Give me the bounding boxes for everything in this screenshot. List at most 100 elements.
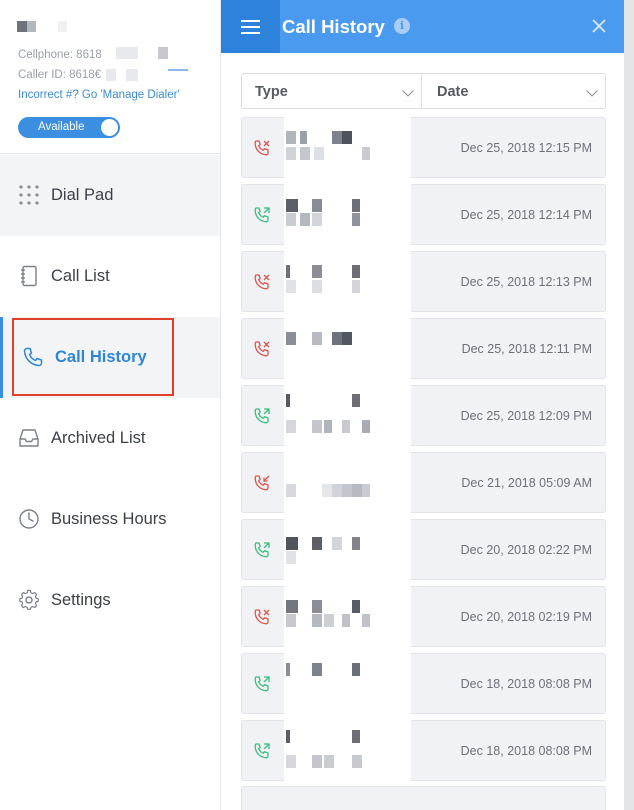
list-item[interactable]: Dec 25, 2018 12:13 PM <box>241 249 606 315</box>
redacted-pixel <box>286 420 296 433</box>
sidebar-item-label: Business Hours <box>51 510 167 528</box>
redacted-pixel <box>342 332 352 345</box>
redacted-pixel <box>342 614 350 627</box>
redacted-pixel <box>312 280 322 293</box>
redacted-pixel <box>352 755 362 768</box>
list-item[interactable]: Dec 20, 2018 02:22 PM <box>241 517 606 583</box>
call-date: Dec 25, 2018 12:11 PM <box>461 342 592 356</box>
user-name-redacted <box>58 21 67 32</box>
call-date: Dec 21, 2018 05:09 AM <box>461 476 592 490</box>
redacted-pixel <box>342 420 350 433</box>
redacted-pixel <box>324 420 332 433</box>
redacted-pixel <box>286 265 290 278</box>
manage-dialer-link[interactable]: Incorrect #? Go 'Manage Dialer' <box>18 89 180 101</box>
page-title: Call History <box>282 16 385 37</box>
phone-outgoing-icon <box>254 676 270 692</box>
hamburger-icon <box>241 26 260 28</box>
close-icon[interactable] <box>590 17 608 35</box>
redacted-pixel <box>286 600 298 613</box>
redacted-pixel <box>300 131 307 144</box>
list-item[interactable]: Dec 25, 2018 12:09 PM <box>241 383 606 449</box>
list-item[interactable]: Dec 20, 2018 02:19 PM <box>241 584 606 650</box>
redacted-pixel <box>312 213 322 226</box>
list-item[interactable]: Dec 25, 2018 12:14 PM <box>241 182 606 248</box>
redacted-pixel <box>352 730 360 743</box>
list-item[interactable]: Dec 21, 2018 05:09 AM <box>241 450 606 516</box>
redacted-pixel <box>286 131 296 144</box>
redacted-pixel <box>286 730 290 743</box>
caller-redacted <box>284 450 411 516</box>
hamburger-icon <box>241 32 260 34</box>
caller-redacted <box>284 383 411 449</box>
sidebar-item-label: Call List <box>51 267 110 285</box>
call-date: Dec 20, 2018 02:22 PM <box>460 543 592 557</box>
clock-icon <box>19 509 39 529</box>
hamburger-icon <box>241 20 260 22</box>
info-icon[interactable]: i <box>394 18 410 34</box>
redacted-pixel <box>286 484 296 497</box>
call-date: Dec 18, 2018 08:08 PM <box>460 744 592 758</box>
redacted-pixel <box>352 199 360 212</box>
redacted-pixel <box>332 537 342 550</box>
sidebar-item-call-history[interactable]: Call History <box>0 317 220 398</box>
sidebar-item-label: Dial Pad <box>51 186 114 204</box>
dialpad-icon <box>19 185 39 205</box>
list-item[interactable]: Dec 18, 2018 08:08 PM <box>241 718 606 784</box>
redacted-pixel <box>314 147 324 160</box>
phone-icon <box>23 347 43 367</box>
caller-redacted <box>284 249 411 315</box>
callerid-label: Caller ID: 8618€ <box>18 69 102 81</box>
redacted-pixel <box>312 199 322 212</box>
phone-missed-icon <box>254 140 270 156</box>
redacted-pixel <box>286 663 290 676</box>
phone-outgoing-icon <box>254 542 270 558</box>
redacted-pixel <box>352 600 360 613</box>
sidebar-item-archived-list[interactable]: Archived List <box>0 398 220 479</box>
list-item[interactable] <box>241 786 606 810</box>
sidebar-item-settings[interactable]: Settings <box>0 560 220 641</box>
list-item[interactable]: Dec 25, 2018 12:11 PM <box>241 316 606 382</box>
call-date: Dec 20, 2018 02:19 PM <box>460 610 592 624</box>
phone-outgoing-icon <box>254 743 270 759</box>
redacted-pixel <box>332 484 342 497</box>
redacted-pixel <box>352 394 360 407</box>
menu-button[interactable] <box>221 0 280 53</box>
redacted-pixel <box>332 131 342 144</box>
redacted-pixel <box>362 420 370 433</box>
redacted-pixel <box>286 280 296 293</box>
sidebar-item-call-list[interactable]: Call List <box>0 236 220 317</box>
gear-icon <box>19 589 39 610</box>
redacted-pixel <box>312 755 322 768</box>
redacted-pixel <box>312 537 322 550</box>
toggle-knob <box>101 119 118 136</box>
sidebar-item-business-hours[interactable]: Business Hours <box>0 479 220 560</box>
phone-missed-icon <box>254 274 270 290</box>
date-filter-label: Date <box>437 84 469 100</box>
phone-outgoing-icon <box>254 207 270 223</box>
redacted-pixel <box>286 394 290 407</box>
caller-redacted <box>284 182 411 248</box>
redacted-pixel <box>312 614 322 627</box>
type-filter-dropdown[interactable]: Type <box>242 74 422 108</box>
redacted-pixel <box>312 265 322 278</box>
callerid-redacted <box>126 69 138 81</box>
redacted-pixel <box>352 213 360 226</box>
caller-redacted <box>284 584 411 650</box>
callerid-redacted <box>106 69 116 81</box>
date-filter-dropdown[interactable]: Date <box>422 74 605 108</box>
scrollbar-track[interactable] <box>624 0 634 810</box>
redacted-pixel <box>286 213 296 226</box>
list-item[interactable]: Dec 25, 2018 12:15 PM <box>241 115 606 181</box>
phone-incoming-missed-icon <box>254 475 270 491</box>
redacted-pixel <box>362 484 370 497</box>
call-date: Dec 25, 2018 12:14 PM <box>460 208 592 222</box>
cellphone-redacted <box>158 47 168 59</box>
sidebar-item-dial-pad[interactable]: Dial Pad <box>0 155 220 236</box>
sidebar-item-label: Settings <box>51 591 111 609</box>
caller-redacted <box>284 517 411 583</box>
phone-missed-icon <box>254 341 270 357</box>
availability-toggle[interactable]: Available <box>18 117 120 138</box>
list-item[interactable]: Dec 18, 2018 08:08 PM <box>241 651 606 717</box>
redacted-pixel <box>286 332 296 345</box>
chevron-down-icon <box>402 85 414 97</box>
